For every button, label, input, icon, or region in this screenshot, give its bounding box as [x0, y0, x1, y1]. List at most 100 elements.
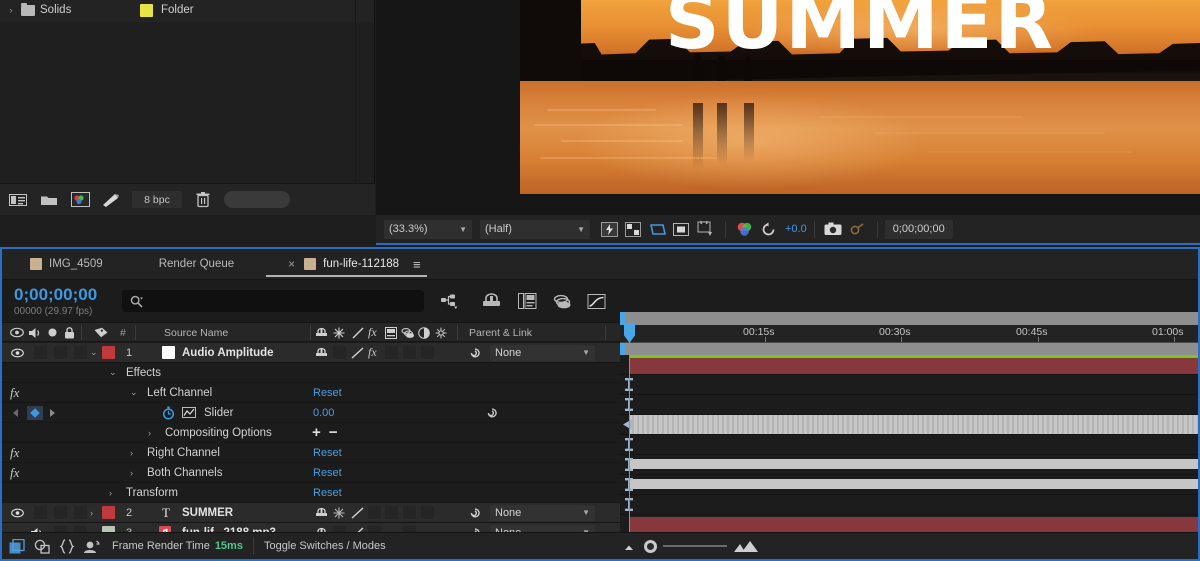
source-name-header[interactable]: Source Name — [164, 323, 228, 342]
layer-effects-switch[interactable] — [368, 506, 381, 519]
zoom-slider-knob[interactable] — [644, 540, 657, 553]
comp-timecode-field[interactable]: 0;00;00;00 — [885, 220, 953, 239]
layer-solo-toggle[interactable] — [54, 346, 67, 359]
layer-quality-switch[interactable] — [351, 343, 364, 363]
eye-icon[interactable] — [10, 323, 24, 342]
layer-bar-summer[interactable] — [629, 517, 1198, 532]
take-snapshot-icon[interactable] — [822, 219, 844, 239]
timeline-zoom-slider[interactable] — [622, 540, 759, 553]
layer-parent-dropdown[interactable]: None ▼ — [490, 345, 595, 361]
layer-motion-blur-switch[interactable] — [403, 506, 416, 519]
current-time-display[interactable]: 0;00;00;00 00000 (29.97 fps) — [14, 285, 97, 317]
track-row[interactable] — [620, 375, 1198, 395]
layer-frame-blend-switch[interactable] — [385, 346, 398, 359]
composition-mini-flowchart-icon[interactable] — [438, 290, 462, 312]
effect-fx-icon[interactable]: fx — [10, 383, 19, 403]
exposure-reset-icon[interactable] — [757, 219, 779, 239]
toggle-switches-icon[interactable] — [7, 536, 27, 556]
work-area-start-handle-lower[interactable] — [620, 343, 625, 355]
composition-preview-image[interactable]: SUMMER — [520, 0, 1200, 194]
layer-visibility-toggle[interactable] — [11, 503, 24, 523]
toggle-transparency-grid-icon[interactable] — [622, 219, 644, 239]
track-row[interactable] — [620, 395, 1198, 415]
stopwatch-icon[interactable] — [162, 403, 175, 423]
hide-shy-layers-icon[interactable] — [515, 290, 539, 312]
layer-3d-switch[interactable] — [315, 503, 328, 523]
parent-pickwhip-icon[interactable] — [468, 503, 482, 523]
solo-icon[interactable] — [47, 323, 58, 342]
quality-icon[interactable] — [352, 323, 364, 342]
property-row-compositing-options[interactable]: › Compositing Options + − — [2, 423, 620, 443]
add-remove-mask-buttons[interactable]: + − — [312, 423, 340, 443]
parent-and-link-header[interactable]: Parent & Link — [469, 323, 532, 342]
layer-adjustment-switch[interactable] — [333, 346, 346, 359]
layer-source-name[interactable]: Audio Amplitude — [182, 343, 274, 363]
layer-audio-toggle[interactable] — [34, 346, 47, 359]
keyframe-navigator[interactable] — [8, 403, 58, 423]
layer-visibility-toggle[interactable] — [11, 343, 24, 363]
track-row[interactable] — [620, 355, 1198, 375]
shy-icon[interactable] — [435, 323, 447, 342]
expand-twisty-icon[interactable]: › — [130, 463, 133, 483]
tab-img-4509[interactable]: IMG_4509 — [2, 249, 117, 280]
layer-quality-switch[interactable] — [351, 503, 364, 523]
expand-twisty-icon[interactable]: ⌄ — [109, 363, 117, 383]
layer-source-name[interactable]: fun-lif...2188.mp3 — [182, 523, 276, 533]
snapshot-region-icon[interactable] — [694, 219, 716, 239]
draft-3d-icon[interactable] — [479, 290, 503, 312]
property-row-both-channels[interactable]: fx › Both Channels Reset — [2, 463, 620, 483]
timeline-graph-area[interactable]: 0s 00:15s 00:30s 00:45s 01:00s — [620, 312, 1198, 532]
label-color-swatch[interactable] — [140, 4, 153, 17]
reset-link[interactable]: Reset — [313, 383, 342, 403]
exposure-value[interactable]: +0.0 — [785, 223, 807, 235]
property-row-effects[interactable]: ⌄ Effects — [2, 363, 620, 383]
new-composition-icon[interactable] — [70, 191, 90, 209]
frame-blend-icon[interactable] — [385, 323, 397, 342]
layer-lock-toggle[interactable] — [74, 506, 87, 519]
bit-depth-button[interactable]: 8 bpc — [132, 191, 182, 208]
layer-lock-toggle[interactable] — [74, 346, 87, 359]
expand-twisty-icon[interactable]: › — [6, 5, 16, 15]
zoom-in-icon[interactable] — [733, 540, 759, 553]
expand-twisty-icon[interactable]: › — [130, 443, 133, 463]
layer-quality-switch[interactable] — [351, 523, 364, 533]
parent-pickwhip-icon[interactable] — [468, 523, 482, 533]
zoom-slider-track[interactable] — [663, 545, 727, 547]
property-value[interactable]: 0.00 — [313, 403, 334, 423]
show-snapshot-icon[interactable] — [846, 219, 868, 239]
toggle-pixel-aspect-icon[interactable] — [670, 219, 692, 239]
region-of-interest-icon[interactable] — [646, 219, 668, 239]
track-row[interactable] — [620, 495, 1198, 515]
parent-pickwhip-icon[interactable] — [468, 343, 482, 363]
layer-label-color[interactable] — [102, 506, 115, 519]
expressions-icon[interactable] — [57, 536, 77, 556]
layer-row-audio-amplitude[interactable]: ⌄ 1 Audio Amplitude fx — [2, 343, 620, 363]
3d-layer-icon[interactable] — [315, 323, 328, 342]
track-rows[interactable] — [620, 355, 1198, 532]
track-row[interactable] — [620, 455, 1198, 475]
collapse-transformations-icon[interactable] — [418, 323, 430, 342]
search-input[interactable] — [122, 290, 424, 312]
layer-collapse-switch[interactable] — [421, 346, 434, 359]
expand-twisty-icon[interactable]: ⌄ — [130, 383, 138, 403]
toggle-switches-modes-button[interactable]: Toggle Switches / Modes — [264, 540, 386, 552]
tab-fun-life-112188[interactable]: × fun-life-112188 ≡ — [248, 249, 434, 280]
work-area-bar[interactable] — [620, 312, 1198, 325]
resolution-dropdown[interactable]: (Half) ▼ — [480, 220, 590, 239]
graph-editor-icon[interactable] — [584, 290, 608, 312]
layer-parent-dropdown[interactable]: None ▼ — [490, 525, 595, 533]
effect-fx-icon[interactable]: fx — [10, 463, 19, 483]
channel-icon[interactable] — [733, 219, 755, 239]
track-row[interactable] — [620, 435, 1198, 455]
new-folder-icon[interactable] — [39, 191, 59, 209]
layer-row-summer[interactable]: › 2 T SUMMER — [2, 503, 620, 523]
project-item-solids[interactable]: › Solids Folder — [0, 1, 374, 19]
layer-adjustment-switch[interactable] — [333, 503, 345, 523]
playhead[interactable] — [629, 312, 630, 532]
reset-link[interactable]: Reset — [313, 483, 342, 503]
graph-editor-property-icon[interactable] — [182, 403, 196, 423]
motion-blur-icon[interactable] — [401, 323, 415, 342]
layer-row-fun-life-mp3[interactable]: › 3 fun-lif...2188.mp3 — [2, 523, 620, 532]
zoom-out-icon[interactable] — [622, 541, 638, 551]
layer-3d-switch[interactable] — [315, 523, 328, 533]
